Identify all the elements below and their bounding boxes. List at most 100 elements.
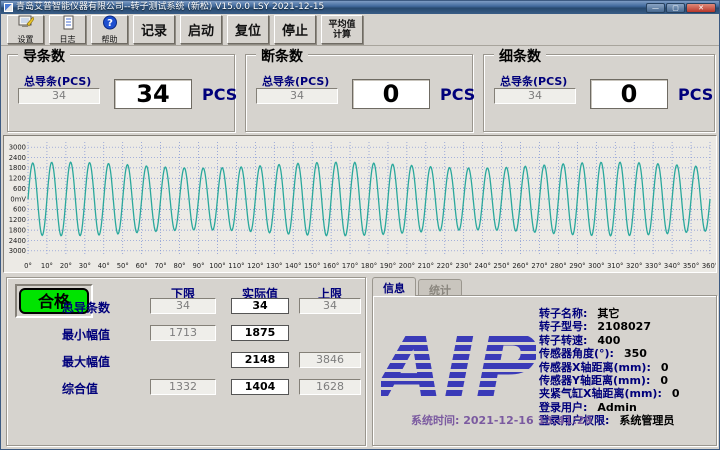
result-row-min-amplitude: 最小幅值 1713 1875 [7, 325, 365, 341]
minimize-button[interactable]: — [646, 3, 665, 13]
average-calc-label-1: 平均值 [328, 20, 355, 30]
x-tick-label: 290° [569, 262, 585, 270]
x-tick-label: 340° [664, 262, 680, 270]
max-amplitude-actual[interactable]: 2148 [231, 352, 289, 368]
total-bars-upper[interactable]: 34 [299, 298, 361, 314]
composite-upper[interactable]: 1628 [299, 379, 361, 395]
x-tick-label: 150° [304, 262, 320, 270]
y-tick-label: 2400 [9, 154, 26, 162]
x-tick-label: 0° [24, 262, 32, 270]
bar-count-value: 34 [114, 79, 192, 109]
bar-count-title: 导条数 [18, 46, 70, 66]
x-tick-label: 50° [117, 262, 129, 270]
y-tick-label: 1200 [9, 175, 26, 183]
info-field-3: 传感器角度(°):350 [539, 347, 680, 360]
log-button[interactable]: 日志 [49, 15, 86, 44]
window-titlebar: 青岛艾普智能仪器有限公司--转子测试系统 (新松) V15.0.0 LSY 20… [1, 1, 719, 14]
x-tick-label: 40° [98, 262, 110, 270]
bar-count-subfield[interactable]: 34 [18, 88, 100, 104]
x-tick-label: 10° [41, 262, 53, 270]
results-panel: 合格 下限 实际值 上限 总导条数 34 34 34 最小幅值 1713 187… [6, 277, 366, 446]
system-time-label: 系统时间: [411, 414, 459, 427]
log-icon [60, 15, 76, 34]
row-label-composite: 综合值 [62, 380, 98, 397]
y-tick-label: 600 [13, 185, 26, 193]
x-tick-label: 170° [342, 262, 358, 270]
aip-logo-text: AIP [381, 318, 536, 410]
broken-bar-unit: PCS [440, 85, 475, 104]
composite-actual[interactable]: 1404 [231, 379, 289, 395]
min-amplitude-lower[interactable]: 1713 [150, 325, 216, 341]
y-tick-label: 2400 [9, 237, 26, 245]
x-tick-label: 210° [418, 262, 434, 270]
max-amplitude-upper[interactable]: 3846 [299, 352, 361, 368]
info-field-5: 传感器Y轴距离(mm):0 [539, 374, 680, 387]
y-tick-label: 1800 [9, 164, 26, 172]
thin-bar-group: 细条数 总导条(PCS) 34 0 PCS [483, 54, 715, 132]
total-bars-lower[interactable]: 34 [150, 298, 216, 314]
x-tick-label: 280° [550, 262, 566, 270]
x-tick-label: 300° [588, 262, 604, 270]
x-tick-label: 160° [323, 262, 339, 270]
broken-bar-subfield[interactable]: 34 [256, 88, 338, 104]
x-tick-label: 30° [79, 262, 91, 270]
y-tick-label: 600 [13, 206, 26, 214]
tab-info[interactable]: 信息 [372, 277, 416, 296]
x-tick-label: 320° [626, 262, 642, 270]
settings-button[interactable]: 设置 [7, 15, 44, 44]
stop-button[interactable]: 停止 [274, 15, 316, 44]
x-tick-label: 270° [531, 262, 547, 270]
info-field-label: 传感器X轴距离(mm): [539, 361, 651, 374]
info-panel: 信息 统计 AIP 转子名称:其它转子型号:2108027转子转速:400传感器… [372, 277, 717, 446]
settings-icon [18, 15, 34, 34]
info-field-value: Admin [597, 401, 636, 414]
info-tab-body: AIP 转子名称:其它转子型号:2108027转子转速:400传感器角度(°):… [372, 295, 717, 446]
tab-stats[interactable]: 统计 [418, 279, 462, 296]
x-tick-label: 140° [285, 262, 301, 270]
broken-bar-sublabel: 总导条(PCS) [262, 73, 329, 89]
aip-logo: AIP [381, 318, 536, 410]
min-amplitude-actual[interactable]: 1875 [231, 325, 289, 341]
start-button[interactable]: 启动 [180, 15, 222, 44]
info-field-value: 2108027 [597, 320, 651, 333]
info-field-label: 转子名称: [539, 307, 587, 320]
x-tick-label: 110° [228, 262, 244, 270]
info-field-value: 0 [672, 387, 680, 400]
x-tick-label: 310° [607, 262, 623, 270]
waveform-chart: 30002400180012006000mV600120018002400300… [4, 136, 716, 272]
log-label: 日志 [60, 35, 76, 44]
reset-button[interactable]: 复位 [227, 15, 269, 44]
average-calc-label-2: 计算 [333, 30, 351, 40]
total-bars-actual[interactable]: 34 [231, 298, 289, 314]
x-tick-label: 240° [474, 262, 490, 270]
x-tick-label: 350° [683, 262, 699, 270]
x-tick-label: 250° [493, 262, 509, 270]
info-field-0: 转子名称:其它 [539, 307, 680, 320]
info-field-label: 夹紧气缸X轴距离(mm): [539, 387, 662, 400]
average-calc-button[interactable]: 平均值 计算 [321, 15, 363, 44]
result-row-total-bars: 总导条数 34 34 34 [7, 298, 365, 314]
x-tick-label: 230° [456, 262, 472, 270]
x-tick-label: 330° [645, 262, 661, 270]
thin-bar-value: 0 [590, 79, 668, 109]
thin-bar-subfield[interactable]: 34 [494, 88, 576, 104]
x-tick-label: 360° [702, 262, 716, 270]
toolbar: 设置 日志 ? 帮助 记录 启动 复位 停止 平均值 计算 [1, 14, 719, 46]
info-field-4: 传感器X轴距离(mm):0 [539, 361, 680, 374]
counter-row: 导条数 总导条(PCS) 34 34 PCS 断条数 总导条(PCS) 34 0… [1, 46, 720, 134]
row-label-max-amplitude: 最大幅值 [62, 353, 110, 370]
record-button[interactable]: 记录 [133, 15, 175, 44]
help-button[interactable]: ? 帮助 [91, 15, 128, 44]
system-time: 系统时间: 2021-12-16 13:41:29 [411, 412, 592, 428]
maximize-button[interactable]: ▢ [666, 3, 685, 13]
window-title: 青岛艾普智能仪器有限公司--转子测试系统 (新松) V15.0.0 LSY 20… [16, 1, 646, 14]
info-field-value: 400 [597, 334, 620, 347]
close-button[interactable]: ✕ [686, 3, 716, 13]
broken-bar-title: 断条数 [256, 46, 308, 66]
x-tick-label: 130° [266, 262, 282, 270]
x-tick-label: 200° [399, 262, 415, 270]
info-field-value: 350 [624, 347, 647, 360]
x-tick-label: 100° [209, 262, 225, 270]
waveform-chart-panel: 30002400180012006000mV600120018002400300… [3, 135, 717, 273]
composite-lower[interactable]: 1332 [150, 379, 216, 395]
